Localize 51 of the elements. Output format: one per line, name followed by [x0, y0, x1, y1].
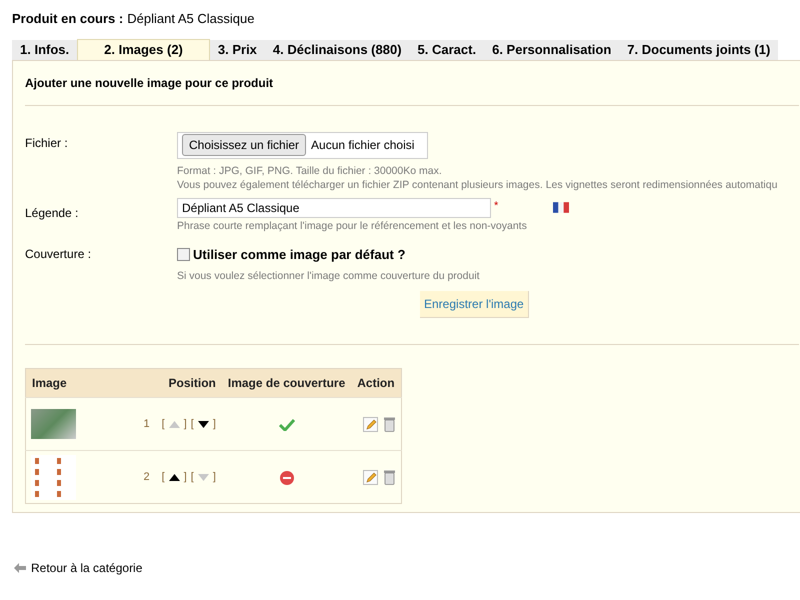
help-text: Phrase courte remplaçant l'image pour le référencement et les non-voyants: [177, 218, 528, 232]
save-image-button[interactable]: Enregistrer l'image: [420, 291, 529, 318]
legend-input[interactable]: Dépliant A5 Classique: [177, 198, 491, 218]
left-arrow-icon: [14, 562, 26, 572]
tab[interactable]: 2. Images (2): [77, 38, 210, 60]
bracket: ]: [184, 416, 187, 432]
checkbox[interactable]: [177, 248, 190, 261]
trash-icon[interactable]: [384, 470, 395, 484]
edit-pencil-icon[interactable]: [362, 416, 378, 432]
help-text: Si vous voulez sélectionner l'image comme couverture du produit: [177, 269, 481, 283]
checkbox-label: Utiliser comme image par défaut ?: [193, 246, 406, 264]
bracket: [: [162, 416, 165, 432]
photo-placeholder: [31, 409, 76, 439]
help-text: Vous pouvez également télécharger un fichier ZIP contenant plusieurs images. Les vignettes seront redimensionnées automatiqu: [177, 178, 778, 192]
thumbnail-drawing: [31, 454, 76, 500]
edit-pencil-icon[interactable]: [362, 470, 378, 484]
field-label: Couverture :: [25, 246, 92, 262]
up-arrow-icon[interactable]: [168, 474, 180, 480]
field-label: Légende :: [25, 204, 80, 222]
product-label: Produit en cours :: [12, 10, 124, 28]
choose-file-button[interactable]: Choisissez un fichier: [182, 134, 306, 156]
back-link[interactable]: Retour à la catégorie: [14, 558, 142, 576]
tab[interactable]: 3. Prix: [210, 40, 265, 60]
tab[interactable]: 1. Infos.: [12, 40, 78, 60]
bracket: ]: [212, 416, 216, 432]
field-label: Fichier :: [25, 134, 69, 152]
bracket: ]: [184, 470, 187, 485]
tab[interactable]: 7. Documents joints (1): [619, 40, 778, 60]
required-mark: *: [494, 198, 498, 214]
position-number: 1: [144, 416, 150, 432]
bracket: [: [190, 470, 194, 485]
bracket: [: [190, 416, 194, 432]
minus-circle-icon[interactable]: [280, 470, 294, 485]
column-header: Image: [26, 368, 138, 398]
file-input-field[interactable]: Choisissez un fichier Aucun fichier choisi: [177, 132, 428, 158]
tab[interactable]: 5. Caract.: [410, 40, 484, 60]
trash-icon[interactable]: [384, 416, 395, 432]
help-text: Format : JPG, GIF, PNG. Taille du fichier : 30000Ko max.: [177, 164, 443, 178]
column-header: Position: [138, 368, 222, 398]
bracket: ]: [212, 470, 216, 485]
down-arrow-icon[interactable]: [198, 420, 209, 428]
flag-icon[interactable]: [553, 202, 570, 212]
column-header: Action: [351, 368, 402, 398]
bracket: [: [162, 470, 165, 485]
file-status: Aucun fichier choisi: [311, 137, 414, 154]
section-title: Ajouter une nouvelle image pour ce produit: [24, 74, 274, 92]
position-number: 2: [144, 470, 150, 485]
product-name: Dépliant A5 Classique: [127, 10, 254, 28]
column-header: Image de couverture: [222, 368, 352, 398]
tab[interactable]: 4. Déclinaisons (880): [264, 40, 410, 60]
tab[interactable]: 6. Personnalisation: [484, 40, 620, 60]
